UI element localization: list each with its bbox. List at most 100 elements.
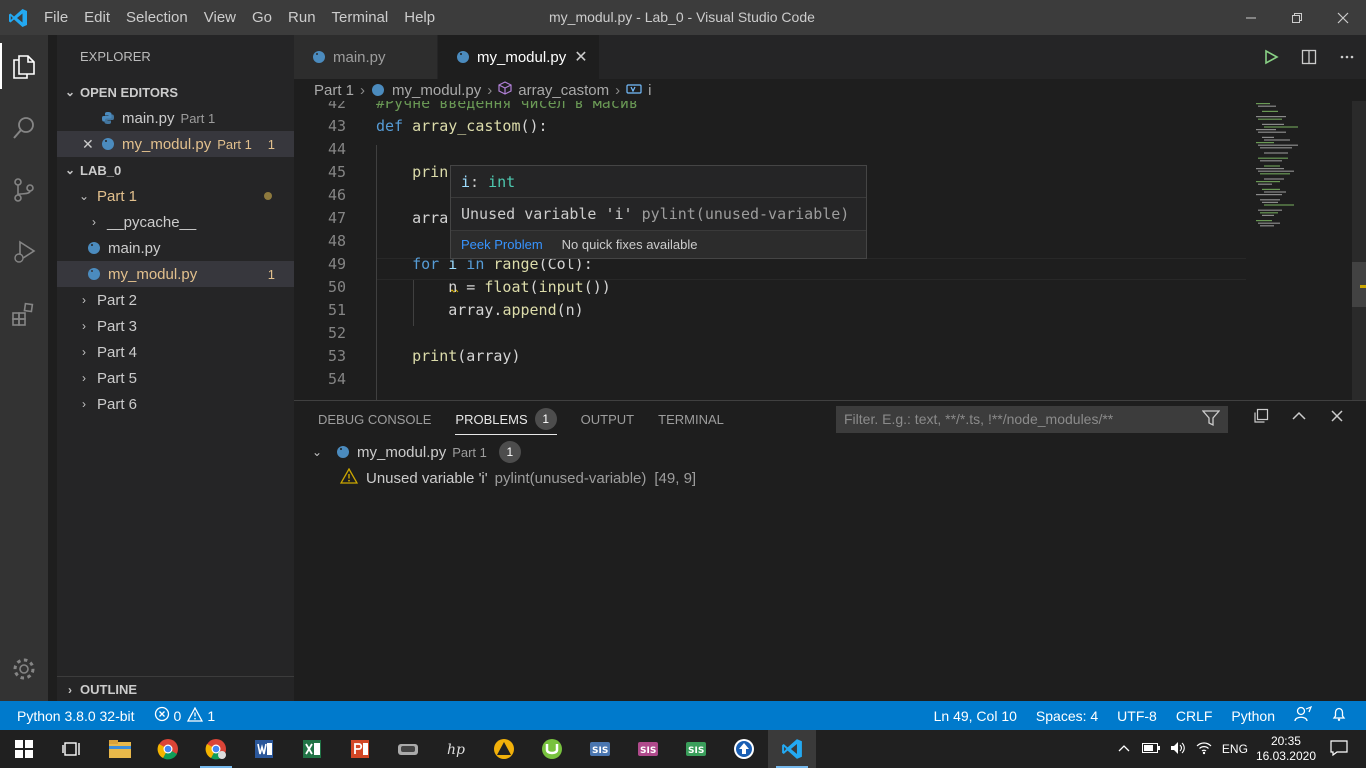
hp-icon[interactable]: hp bbox=[432, 730, 480, 768]
collapse-all-icon[interactable] bbox=[1242, 408, 1280, 424]
minimap-line bbox=[1258, 105, 1276, 107]
search-icon[interactable] bbox=[0, 97, 48, 159]
minimize-button[interactable] bbox=[1228, 0, 1274, 35]
clock[interactable]: 20:35 16.03.2020 bbox=[1256, 734, 1316, 764]
minimap-line bbox=[1256, 168, 1284, 170]
folder-part-5[interactable]: › Part 5 bbox=[57, 365, 294, 391]
folder-part-2[interactable]: › Part 2 bbox=[57, 287, 294, 313]
close-panel-icon[interactable] bbox=[1318, 408, 1356, 424]
feedback-icon[interactable] bbox=[1294, 705, 1313, 725]
open-editor-item-active[interactable]: ✕ my_modul.py Part 1 1 bbox=[57, 131, 294, 157]
wifi-icon[interactable] bbox=[1196, 741, 1212, 758]
editor-scrollbar[interactable] bbox=[1352, 101, 1366, 400]
split-editor-icon[interactable] bbox=[1290, 49, 1328, 65]
word-icon[interactable] bbox=[240, 730, 288, 768]
file-explorer-icon[interactable] bbox=[96, 730, 144, 768]
restore-button[interactable] bbox=[1274, 0, 1320, 35]
code-line: print(array) bbox=[376, 347, 520, 365]
maximize-panel-icon[interactable] bbox=[1280, 408, 1318, 424]
menu-item-view[interactable]: View bbox=[196, 9, 244, 26]
problems-filter-input[interactable]: Filter. E.g.: text, **/*.ts, !**/node_mo… bbox=[836, 406, 1228, 433]
folder-part-1[interactable]: ⌄ Part 1 bbox=[57, 183, 294, 209]
python-file-icon bbox=[87, 267, 101, 281]
sis-pink-icon[interactable]: SIS bbox=[624, 730, 672, 768]
tab-problems[interactable]: PROBLEMS 1 bbox=[455, 401, 557, 437]
menu-item-go[interactable]: Go bbox=[244, 9, 280, 26]
extensions-icon[interactable] bbox=[0, 283, 48, 345]
folder-part-4[interactable]: › Part 4 bbox=[57, 339, 294, 365]
sis-blue-icon[interactable]: SIS bbox=[576, 730, 624, 768]
explorer-icon[interactable] bbox=[0, 35, 48, 97]
outline-header[interactable]: › OUTLINE bbox=[57, 676, 294, 702]
folder-part-6[interactable]: › Part 6 bbox=[57, 391, 294, 417]
problem-item[interactable]: Unused variable 'i' pylint(unused-variab… bbox=[294, 465, 1366, 491]
line-number: 54 bbox=[327, 370, 346, 388]
run-python-file-icon[interactable] bbox=[1252, 49, 1290, 65]
python-interpreter[interactable]: Python 3.8.0 32-bit bbox=[17, 708, 135, 724]
indentation[interactable]: Spaces: 4 bbox=[1036, 708, 1098, 724]
battery-icon[interactable] bbox=[1141, 742, 1160, 756]
tab-main-py[interactable]: main.py bbox=[294, 35, 438, 79]
tab-terminal[interactable]: TERMINAL bbox=[658, 401, 724, 437]
code-token: (): bbox=[520, 117, 548, 135]
cursor-position[interactable]: Ln 49, Col 10 bbox=[934, 708, 1017, 724]
menu-item-help[interactable]: Help bbox=[396, 9, 443, 26]
menu-item-file[interactable]: File bbox=[36, 9, 76, 26]
run-debug-icon[interactable] bbox=[0, 221, 48, 283]
close-tab-icon[interactable]: ✕ bbox=[574, 47, 587, 67]
folder-pycache[interactable]: › __pycache__ bbox=[57, 209, 294, 235]
action-center-icon[interactable] bbox=[1330, 739, 1348, 759]
task-view-icon[interactable] bbox=[48, 730, 96, 768]
windows-taskbar: hp SIS SIS SIS ENG 20:35 16.03.2020 bbox=[0, 730, 1366, 768]
volume-icon[interactable] bbox=[1170, 741, 1186, 758]
menu-item-run[interactable]: Run bbox=[280, 9, 324, 26]
more-actions-icon[interactable] bbox=[1328, 49, 1366, 65]
powerpoint-icon[interactable] bbox=[336, 730, 384, 768]
encoding[interactable]: UTF-8 bbox=[1117, 708, 1157, 724]
file-my-modul-py[interactable]: my_modul.py 1 bbox=[57, 261, 294, 287]
filter-icon[interactable] bbox=[1201, 409, 1221, 436]
file-main-py[interactable]: main.py bbox=[57, 235, 294, 261]
tab-output[interactable]: OUTPUT bbox=[581, 401, 634, 437]
breadcrumb-variable[interactable]: i bbox=[648, 82, 651, 99]
tab-my-modul-py[interactable]: my_modul.py ✕ bbox=[438, 35, 600, 79]
method-cube-icon bbox=[498, 81, 512, 99]
peek-problem-link[interactable]: Peek Problem bbox=[461, 237, 543, 252]
tab-debug-console[interactable]: DEBUG CONSOLE bbox=[318, 401, 431, 437]
close-window-button[interactable] bbox=[1320, 0, 1366, 35]
problems-status[interactable]: 0 1 bbox=[154, 706, 215, 725]
app-icon[interactable] bbox=[384, 730, 432, 768]
problem-file-row[interactable]: ⌄ my_modul.py Part 1 1 bbox=[294, 439, 1366, 465]
code-token: array. bbox=[376, 301, 503, 319]
vscode-taskbar-icon[interactable] bbox=[768, 730, 816, 768]
breadcrumb-file[interactable]: my_modul.py bbox=[392, 82, 481, 99]
show-hidden-icons-icon[interactable] bbox=[1118, 742, 1130, 756]
breadcrumb-function[interactable]: array_castom bbox=[518, 82, 609, 99]
excel-icon[interactable] bbox=[288, 730, 336, 768]
upload-app-icon[interactable] bbox=[720, 730, 768, 768]
windows-start-icon[interactable] bbox=[0, 730, 48, 768]
breadcrumb-folder[interactable]: Part 1 bbox=[314, 82, 354, 99]
language-mode[interactable]: Python bbox=[1231, 708, 1275, 724]
settings-gear-icon[interactable] bbox=[0, 638, 48, 700]
end-of-line[interactable]: CRLF bbox=[1176, 708, 1213, 724]
workspace-header[interactable]: ⌄ LAB_0 bbox=[57, 157, 294, 183]
source-control-icon[interactable] bbox=[0, 159, 48, 221]
yellow-app-icon[interactable] bbox=[480, 730, 528, 768]
menu-item-terminal[interactable]: Terminal bbox=[324, 9, 397, 26]
open-editors-header[interactable]: ⌄ OPEN EDITORS bbox=[57, 79, 294, 105]
close-icon[interactable]: ✕ bbox=[82, 136, 101, 153]
folder-part-3[interactable]: › Part 3 bbox=[57, 313, 294, 339]
utorrent-icon[interactable] bbox=[528, 730, 576, 768]
menu-item-edit[interactable]: Edit bbox=[76, 9, 118, 26]
chrome-icon[interactable] bbox=[144, 730, 192, 768]
chrome-profile-icon[interactable] bbox=[192, 730, 240, 768]
minimap[interactable] bbox=[1250, 101, 1350, 400]
menu-item-selection[interactable]: Selection bbox=[118, 9, 196, 26]
sis-green-icon[interactable]: SIS bbox=[672, 730, 720, 768]
language-indicator[interactable]: ENG bbox=[1222, 742, 1248, 756]
notifications-bell-icon[interactable] bbox=[1331, 706, 1347, 725]
open-editor-item[interactable]: main.py Part 1 bbox=[57, 105, 294, 131]
